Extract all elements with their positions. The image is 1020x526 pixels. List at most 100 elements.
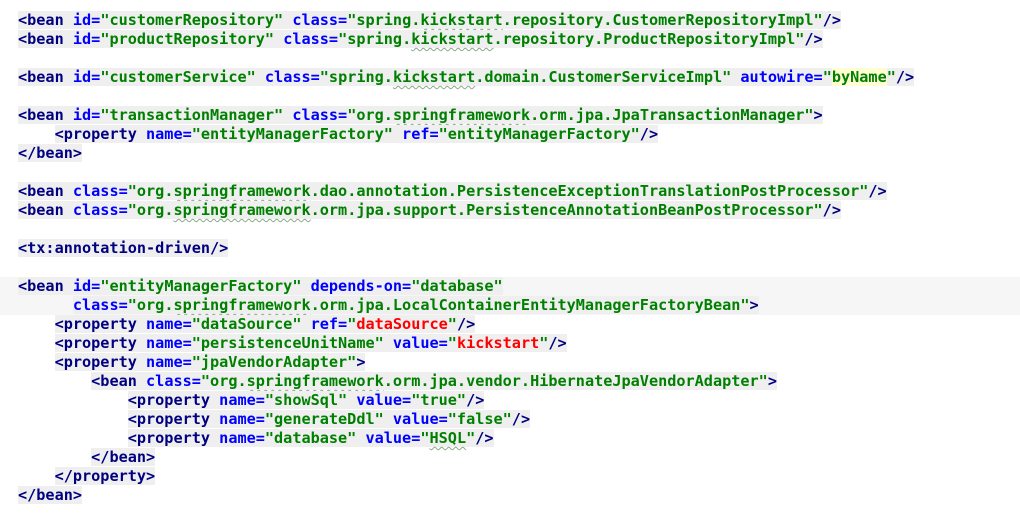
code-token: "database" xyxy=(264,429,366,447)
code-token: class= xyxy=(72,182,128,200)
code-token: name= xyxy=(146,334,192,352)
code-token: springframework xyxy=(392,106,531,124)
code-token: " xyxy=(447,315,457,333)
code-token: /> xyxy=(822,201,841,219)
code-token: <property xyxy=(54,353,147,371)
code-token: value= xyxy=(392,334,448,352)
code-line-text: <property name="jpaVendorAdapter"> xyxy=(18,353,366,372)
code-token: <bean xyxy=(91,372,147,390)
code-token: <bean xyxy=(18,201,73,219)
code-token: "customerService" xyxy=(100,68,265,86)
code-line-text: </bean> xyxy=(18,144,83,163)
code-token: name= xyxy=(219,410,265,428)
code-token: "database" xyxy=(411,277,503,295)
code-token: <property xyxy=(127,429,220,447)
code-token: /> xyxy=(475,429,494,447)
code-token: value= xyxy=(392,410,448,428)
code-token: "persistenceUnitName" xyxy=(191,334,393,352)
code-token: "org. xyxy=(200,372,247,390)
code-token: "generateDdl" xyxy=(264,410,393,428)
code-token: "org. xyxy=(127,182,174,200)
code-token: " xyxy=(466,429,476,447)
code-token: value= xyxy=(356,391,412,409)
code-token: springframework xyxy=(246,372,384,390)
code-token: ref= xyxy=(402,125,439,143)
code-line-text: <property name="database" value="HSQL"/> xyxy=(18,429,494,448)
code-token: "spring. xyxy=(347,11,421,29)
code-token: class= xyxy=(283,30,339,48)
code-token: /> xyxy=(895,68,915,86)
code-token: "jpaVendorAdapter" xyxy=(191,353,357,371)
code-line-text: </property> xyxy=(18,467,156,486)
code-line-text: <property name="entityManagerFactory" re… xyxy=(18,125,659,144)
code-token: > xyxy=(749,296,759,314)
code-token: "entityManagerFactory" xyxy=(438,125,640,143)
code-token: </bean> xyxy=(18,486,83,504)
code-token: " xyxy=(886,68,896,86)
code-line-text: <bean id="entityManagerFactory" depends-… xyxy=(18,277,503,296)
code-token: .repository.CustomerRepositoryImpl" xyxy=(502,11,823,29)
code-token: <tx:annotation-driven/> xyxy=(18,239,229,257)
code-token: <bean xyxy=(18,277,73,295)
code-line-text: <bean id="customerRepository" class="spr… xyxy=(18,11,841,30)
code-line-text: <bean id="productRepository" class="spri… xyxy=(18,30,823,49)
code-token: /> xyxy=(466,391,485,409)
code-token: class= xyxy=(292,11,348,29)
code-token: "true" xyxy=(411,391,467,409)
code-token: class= xyxy=(146,372,201,390)
code-line-text: <tx:annotation-driven/> xyxy=(18,239,229,258)
code-line-text: <bean id="transactionManager" class="org… xyxy=(18,106,823,125)
code-token: .orm.jpa.vendor.HibernateJpaVendorAdapte… xyxy=(383,372,768,390)
code-token: <property xyxy=(127,410,220,428)
code-editor[interactable]: <bean id="customerRepository" class="spr… xyxy=(0,0,1020,526)
code-token: springframework xyxy=(173,182,311,200)
code-token: id= xyxy=(72,277,101,295)
code-line-text: <bean class="org.springframework.dao.ann… xyxy=(18,182,887,201)
code-token: dataSource xyxy=(356,315,448,333)
code-token: "productRepository" xyxy=(100,30,284,48)
code-line-text: <bean id="customerService" class="spring… xyxy=(18,68,915,87)
code-token: <property xyxy=(54,315,147,333)
code-token: > xyxy=(767,372,777,390)
code-token: id= xyxy=(72,11,101,29)
code-line-text: </bean> xyxy=(18,448,156,467)
code-token: </bean> xyxy=(18,144,83,162)
code-token: name= xyxy=(146,315,192,333)
code-token: <bean xyxy=(18,30,73,48)
code-token: springframework xyxy=(173,296,311,314)
code-token: .domain.CustomerServiceImpl" xyxy=(475,68,741,86)
code-token: .orm.jpa.support.PersistenceAnnotationBe… xyxy=(310,201,823,219)
code-token: "showSql" xyxy=(264,391,357,409)
code-token: depends-on= xyxy=(310,277,412,295)
code-token: id= xyxy=(72,68,101,86)
code-token: <bean xyxy=(18,11,73,29)
code-line-text: class="org.springframework.orm.jpa.Local… xyxy=(18,296,759,315)
code-token: <property xyxy=(54,334,147,352)
code-token: "false" xyxy=(447,410,512,428)
code-token: name= xyxy=(146,353,192,371)
code-token: /> xyxy=(804,30,823,48)
code-line-text: <property name="persistenceUnitName" val… xyxy=(18,334,567,353)
code-token: "spring. xyxy=(338,30,412,48)
code-token: "org. xyxy=(127,296,174,314)
code-token: /> xyxy=(548,334,567,352)
code-token: /> xyxy=(822,11,841,29)
code-token: name= xyxy=(219,391,265,409)
code-token: "customerRepository" xyxy=(100,11,293,29)
code-token: .repository.ProductRepositoryImpl" xyxy=(493,30,805,48)
code-token: HSQL xyxy=(429,429,467,447)
code-token: /> xyxy=(639,125,659,143)
code-token: class= xyxy=(72,201,128,219)
code-line-text: </bean> xyxy=(18,486,83,505)
code-token: "spring. xyxy=(319,68,393,86)
code-line-text: <property name="dataSource" ref="dataSou… xyxy=(18,315,476,334)
code-token: value= xyxy=(365,429,421,447)
